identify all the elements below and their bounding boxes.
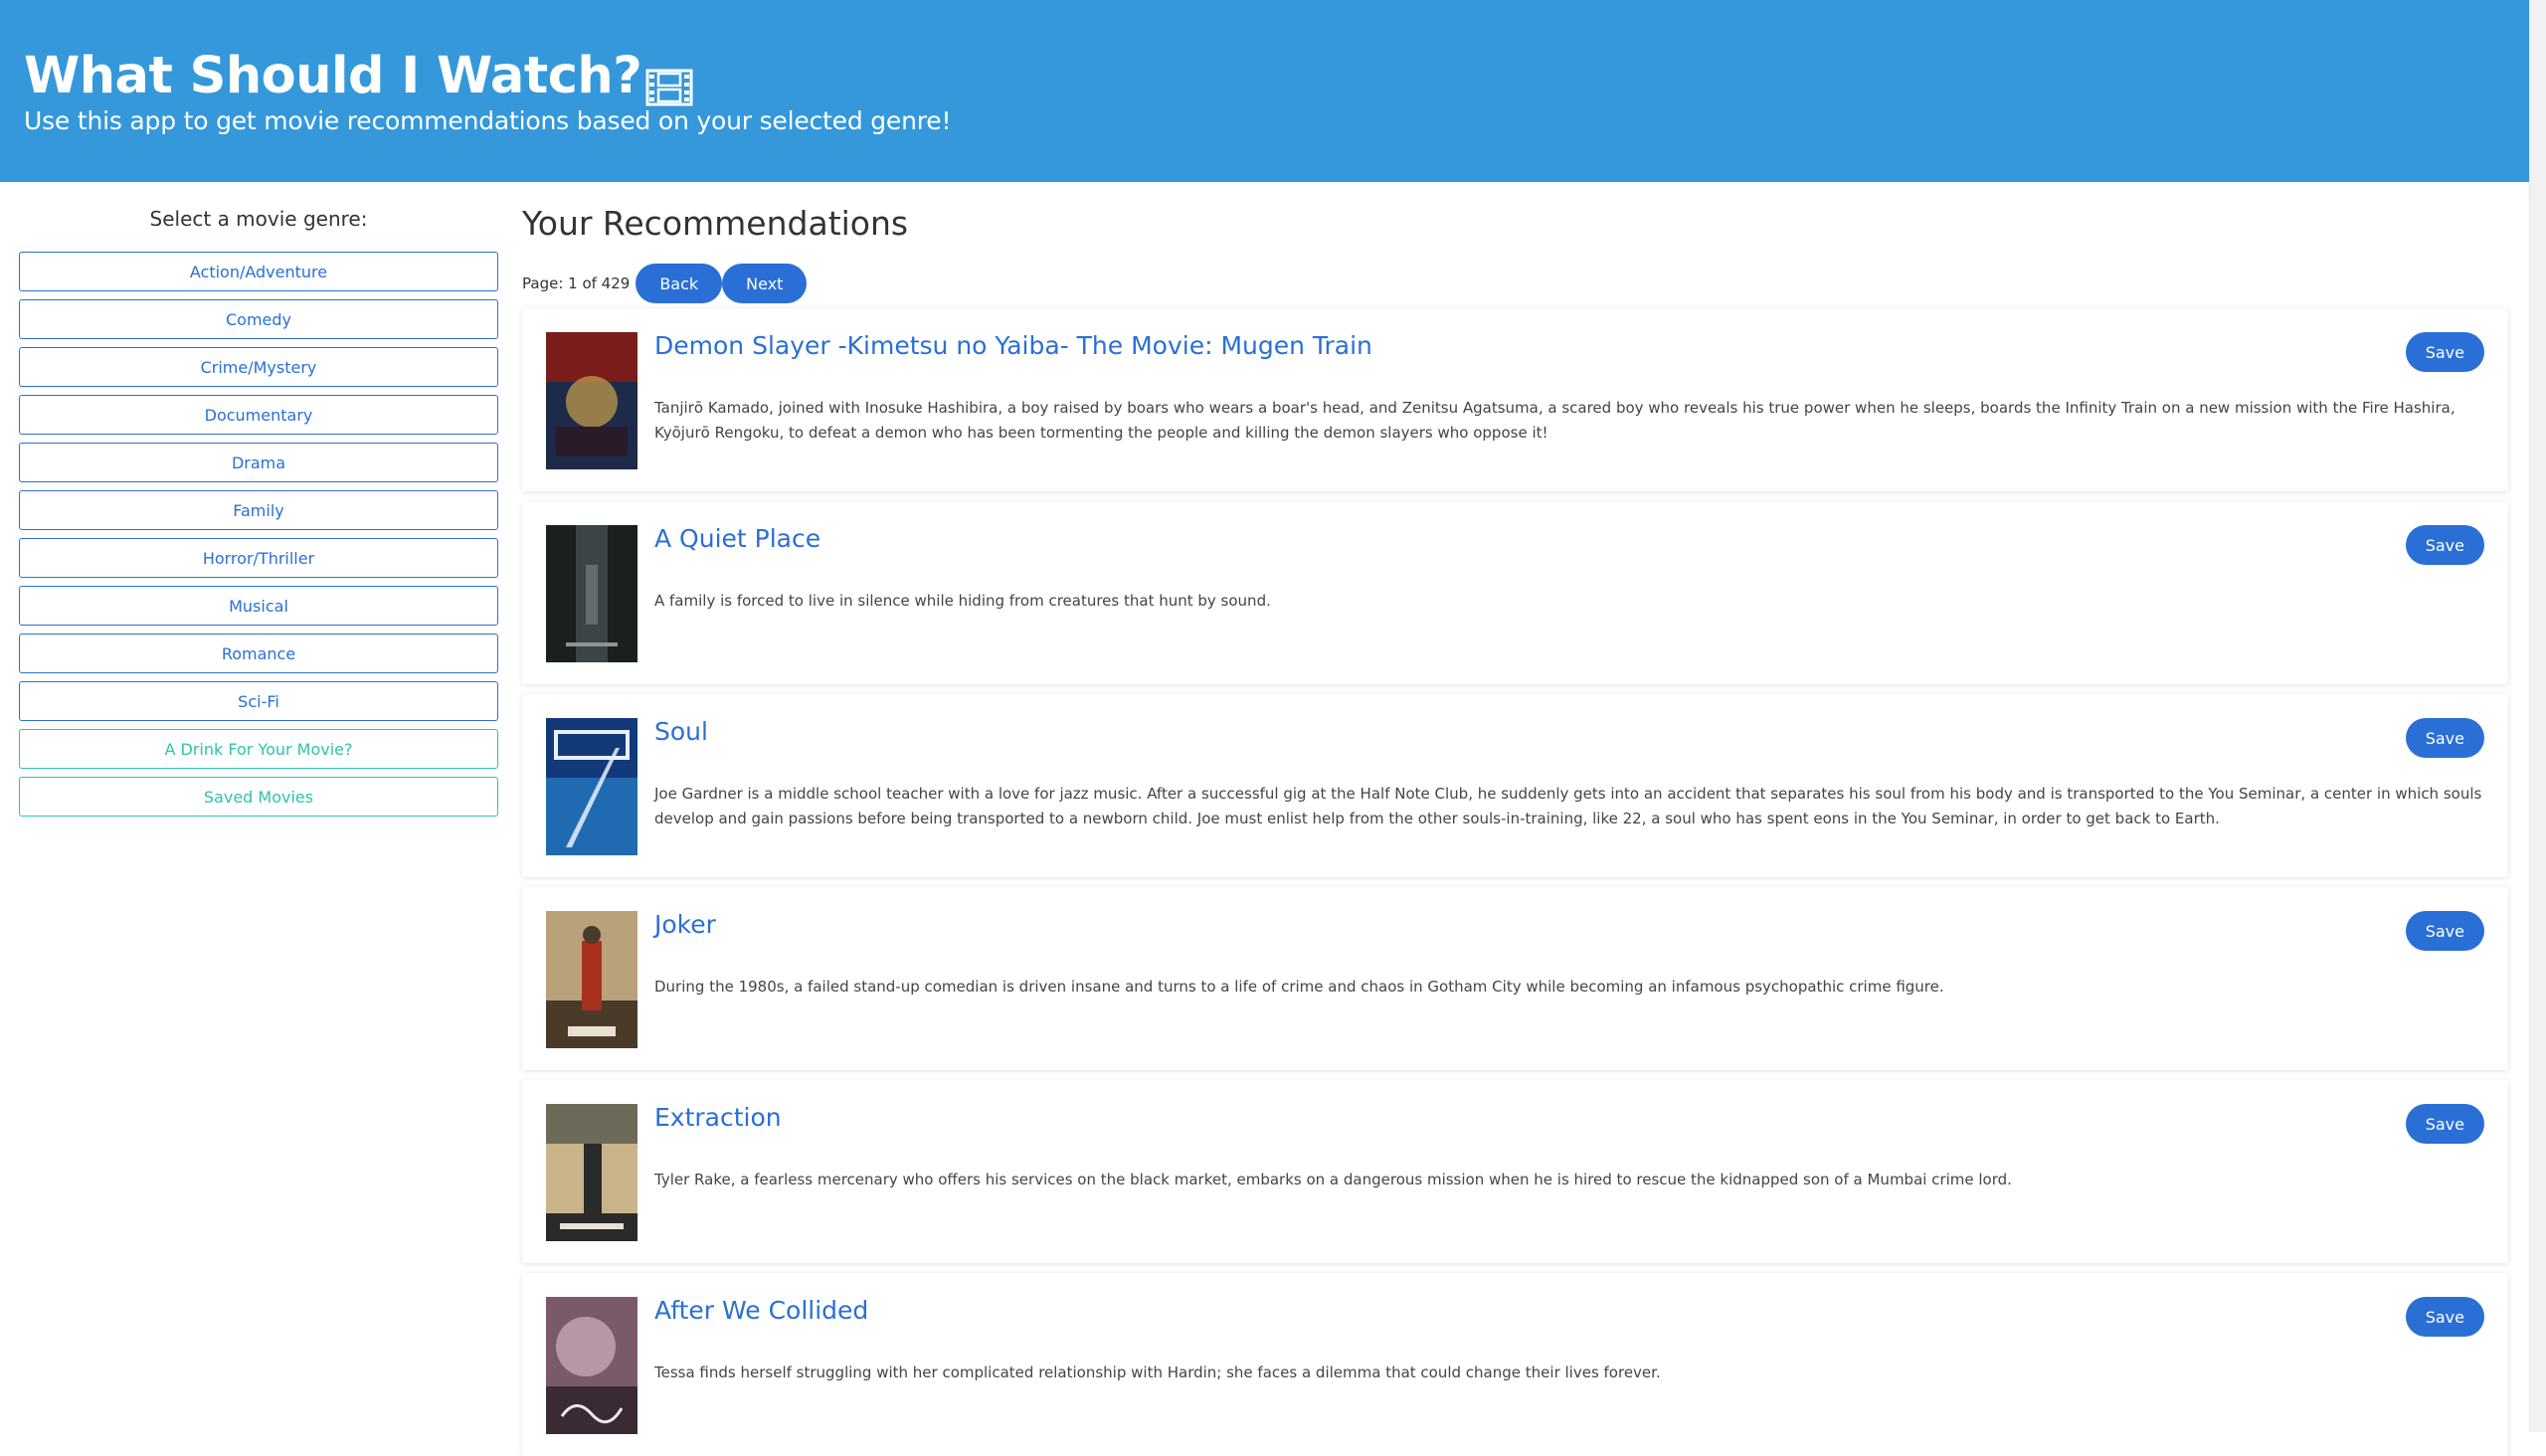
drink-pairing-button[interactable]: A Drink For Your Movie? bbox=[19, 729, 498, 769]
movie-title[interactable]: A Quiet Place bbox=[654, 522, 820, 556]
save-button[interactable]: Save bbox=[2405, 1104, 2484, 1144]
movie-overview: A family is forced to live in silence wh… bbox=[654, 592, 1271, 610]
movie-card: A Quiet Place A family is forced to live… bbox=[522, 501, 2508, 684]
genre-button-action-adventure[interactable]: Action/Adventure bbox=[19, 252, 498, 291]
app-title: What Should I Watch? bbox=[24, 44, 693, 109]
movie-card: After We Collided Tessa finds herself st… bbox=[522, 1273, 2508, 1456]
movie-poster bbox=[546, 1104, 637, 1241]
recommendations-heading: Your Recommendations bbox=[522, 204, 909, 243]
movie-title[interactable]: Joker bbox=[654, 908, 716, 942]
genre-button-musical[interactable]: Musical bbox=[19, 586, 498, 626]
genre-prompt: Select a movie genre: bbox=[149, 207, 368, 231]
genre-button-horror-thriller[interactable]: Horror/Thriller bbox=[19, 538, 498, 578]
movie-title[interactable]: Soul bbox=[654, 715, 708, 749]
movie-poster bbox=[546, 1297, 637, 1434]
genre-button-documentary[interactable]: Documentary bbox=[19, 395, 498, 435]
film-frames-icon bbox=[645, 58, 693, 106]
movie-overview: Tanjirō Kamado, joined with Inosuke Hash… bbox=[654, 399, 2455, 442]
movie-overview: Tessa finds herself struggling with her … bbox=[654, 1364, 1661, 1381]
genre-button-sci-fi[interactable]: Sci-Fi bbox=[19, 681, 498, 721]
app-title-text: What Should I Watch? bbox=[24, 47, 642, 105]
app-header: What Should I Watch? Use this app to get… bbox=[0, 0, 2529, 182]
save-button[interactable]: Save bbox=[2405, 525, 2484, 565]
movie-card: Soul Joe Gardner is a middle school teac… bbox=[522, 694, 2508, 877]
genre-button-crime-mystery[interactable]: Crime/Mystery bbox=[19, 347, 498, 387]
movie-poster bbox=[546, 911, 637, 1048]
genre-button-family[interactable]: Family bbox=[19, 490, 498, 530]
page-indicator: Page: 1 of 429 bbox=[522, 274, 631, 292]
movie-overview: Tyler Rake, a fearless mercenary who off… bbox=[654, 1171, 2012, 1188]
movie-title[interactable]: Demon Slayer -Kimetsu no Yaiba- The Movi… bbox=[654, 329, 1372, 363]
movie-overview: Joe Gardner is a middle school teacher w… bbox=[654, 785, 2482, 827]
save-button[interactable]: Save bbox=[2405, 332, 2484, 372]
saved-movies-button[interactable]: Saved Movies bbox=[19, 777, 498, 817]
movie-card: Extraction Tyler Rake, a fearless mercen… bbox=[522, 1080, 2508, 1263]
save-button[interactable]: Save bbox=[2405, 718, 2484, 758]
movie-title[interactable]: Extraction bbox=[654, 1101, 782, 1135]
save-button[interactable]: Save bbox=[2405, 1297, 2484, 1337]
movie-card: Demon Slayer -Kimetsu no Yaiba- The Movi… bbox=[522, 308, 2508, 491]
movie-poster bbox=[546, 332, 637, 469]
genre-button-comedy[interactable]: Comedy bbox=[19, 299, 498, 339]
back-button[interactable]: Back bbox=[636, 264, 723, 303]
pagination: Page: 1 of 429 Back Next bbox=[522, 264, 808, 303]
genre-button-drama[interactable]: Drama bbox=[19, 443, 498, 482]
page-scrollbar[interactable] bbox=[2529, 0, 2546, 1432]
movie-card: Joker During the 1980s, a failed stand-u… bbox=[522, 887, 2508, 1070]
genre-button-romance[interactable]: Romance bbox=[19, 634, 498, 673]
movie-poster bbox=[546, 525, 637, 662]
save-button[interactable]: Save bbox=[2405, 911, 2484, 951]
movie-overview: During the 1980s, a failed stand-up come… bbox=[654, 978, 1944, 996]
app-subtitle: Use this app to get movie recommendation… bbox=[24, 106, 952, 135]
movie-poster bbox=[546, 718, 637, 855]
next-button[interactable]: Next bbox=[722, 264, 808, 303]
movie-title[interactable]: After We Collided bbox=[654, 1294, 868, 1328]
